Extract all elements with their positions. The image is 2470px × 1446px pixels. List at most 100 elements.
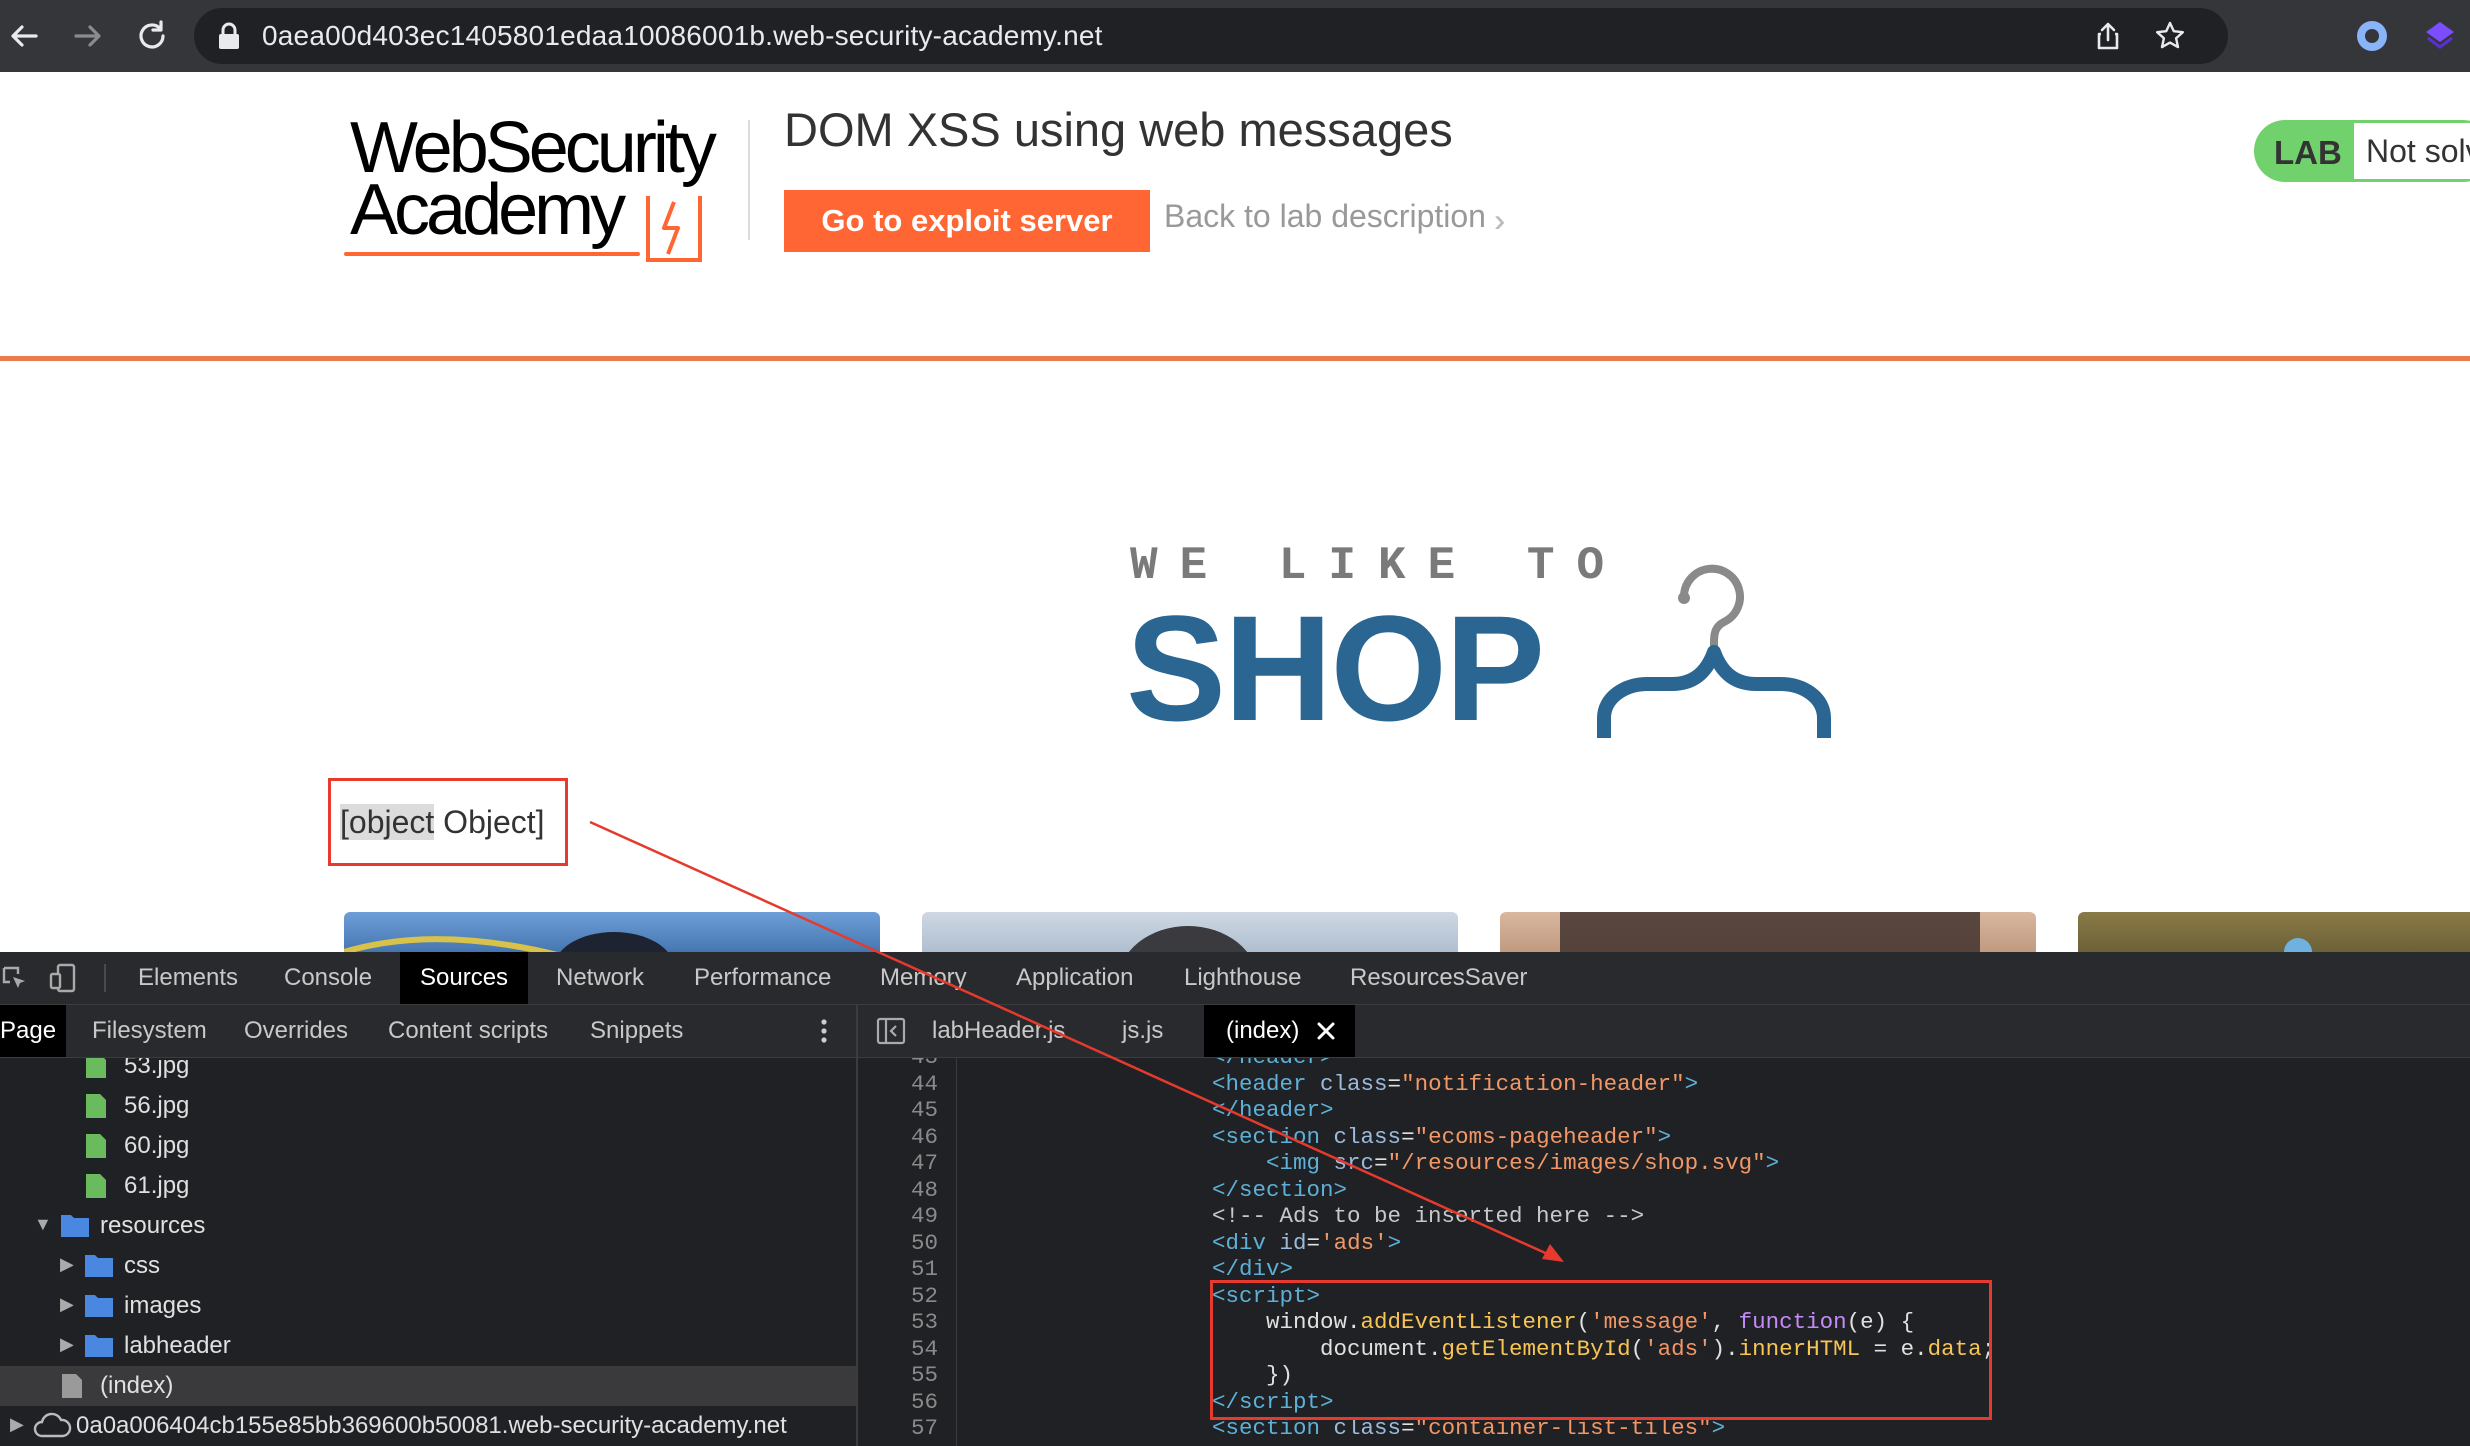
forward-arrow-icon[interactable] — [66, 14, 110, 58]
tab-console[interactable]: Console — [284, 952, 372, 1004]
tree-origin-exploit-server[interactable]: ▶ 0a0a006404cb155e85bb369600b50081.web-s… — [0, 1406, 856, 1446]
tab-memory[interactable]: Memory — [880, 952, 967, 1004]
toggle-navigator-icon[interactable] — [876, 1017, 906, 1045]
line-number: 51 — [910, 1256, 938, 1282]
tree-file-53-jpg[interactable]: 53.jpg — [0, 1058, 856, 1086]
tree-folder-css[interactable]: ▶ css — [0, 1246, 856, 1286]
line-number: 45 — [910, 1097, 938, 1123]
nav-tab-page[interactable]: Page — [0, 1005, 67, 1057]
tab-performance[interactable]: Performance — [694, 952, 831, 1004]
code-line: <div id='ads'> — [1212, 1230, 1402, 1256]
folder-icon — [85, 1295, 113, 1317]
nav-tab-overrides[interactable]: Overrides — [244, 1005, 348, 1057]
nav-tab-content-scripts[interactable]: Content scripts — [388, 1005, 548, 1057]
device-toolbar-icon[interactable] — [48, 962, 80, 994]
tree-file-index[interactable]: (index) — [0, 1366, 856, 1406]
shop-title: SHOP — [1126, 584, 1545, 752]
tree-file-56-jpg[interactable]: 56.jpg — [0, 1086, 856, 1126]
lab-title: DOM XSS using web messages — [784, 103, 1453, 156]
tab-lighthouse[interactable]: Lighthouse — [1184, 952, 1301, 1004]
product-tile-1[interactable] — [344, 912, 880, 952]
product-tile-4[interactable] — [2078, 912, 2470, 952]
lab-label: LAB — [2274, 134, 2342, 171]
url-text[interactable]: 0aea00d403ec1405801edaa10086001b.web-sec… — [262, 20, 1103, 52]
code-line: <section class="container-list-tiles"> — [1212, 1415, 1726, 1441]
tree-label: (index) — [100, 1372, 174, 1399]
tab-network[interactable]: Network — [556, 952, 644, 1004]
tab-bar-divider — [104, 964, 106, 992]
share-icon[interactable] — [2092, 20, 2124, 52]
tree-label: css — [124, 1252, 160, 1279]
academy-logo[interactable]: WebSecurity Academy — [340, 112, 760, 262]
line-number: 46 — [910, 1124, 938, 1150]
file-navigator-tree: 53.jpg 56.jpg 60.jpg 61.jpg ▼ resources … — [0, 1058, 856, 1446]
line-number: 50 — [910, 1230, 938, 1256]
logo-bolt-icon — [646, 196, 702, 262]
tree-label: images — [124, 1292, 202, 1319]
tree-file-60-jpg[interactable]: 60.jpg — [0, 1126, 856, 1166]
collapsed-triangle-icon[interactable]: ▶ — [60, 1334, 74, 1355]
logo-line-2: Academy — [350, 170, 626, 250]
code-line: </header> — [1212, 1058, 1334, 1070]
tab-sources[interactable]: Sources — [400, 952, 529, 1004]
nav-tab-snippets[interactable]: Snippets — [590, 1005, 683, 1057]
more-options-icon[interactable] — [814, 1017, 834, 1045]
line-number: 56 — [910, 1389, 938, 1415]
extension-layers-icon[interactable] — [2422, 18, 2458, 54]
line-number: 49 — [910, 1203, 938, 1229]
file-tab-labheader-js[interactable]: labHeader.js — [932, 1005, 1065, 1057]
address-bar[interactable]: 0aea00d403ec1405801edaa10086001b.web-sec… — [194, 8, 2228, 64]
tree-folder-resources[interactable]: ▼ resources — [0, 1206, 856, 1246]
tree-folder-images[interactable]: ▶ images — [0, 1286, 856, 1326]
devtools-panel: Elements Console Sources Network Perform… — [0, 952, 2470, 1446]
line-number: 53 — [910, 1309, 938, 1335]
expanded-triangle-icon[interactable]: ▼ — [34, 1214, 52, 1235]
back-arrow-icon[interactable] — [2, 14, 46, 58]
tab-application[interactable]: Application — [1016, 952, 1133, 1004]
extension-circle-icon[interactable] — [2354, 18, 2390, 54]
tree-label: 60.jpg — [124, 1132, 190, 1159]
code-line: </section> — [1212, 1177, 1348, 1203]
inspect-element-icon[interactable] — [0, 964, 28, 992]
tab-resourcessaver[interactable]: ResourcesSaver — [1350, 952, 1527, 1004]
image-file-icon — [86, 1134, 106, 1158]
close-tab-icon[interactable] — [1315, 1020, 1337, 1042]
cloud-icon — [33, 1412, 72, 1438]
browser-toolbar: 0aea00d403ec1405801edaa10086001b.web-sec… — [0, 0, 2470, 72]
double-chevron-right-icon: ›› — [1494, 202, 1508, 238]
reload-icon[interactable] — [130, 14, 174, 58]
file-tab-index[interactable]: (index) — [1204, 1005, 1356, 1057]
code-line: </header> — [1212, 1097, 1334, 1123]
back-to-lab-description-link[interactable]: Back to lab description — [1164, 198, 1486, 235]
lock-icon[interactable] — [216, 22, 242, 50]
tree-label: 56.jpg — [124, 1092, 190, 1119]
tab-elements[interactable]: Elements — [138, 952, 238, 1004]
collapsed-triangle-icon[interactable]: ▶ — [60, 1254, 74, 1275]
line-number: 52 — [910, 1283, 938, 1309]
product-tile-2[interactable] — [922, 912, 1458, 952]
collapsed-triangle-icon[interactable]: ▶ — [60, 1294, 74, 1315]
product-tile-3[interactable] — [1500, 912, 2036, 952]
go-to-exploit-server-button[interactable]: Go to exploit server — [784, 190, 1150, 252]
collapsed-triangle-icon[interactable]: ▶ — [10, 1414, 24, 1435]
navigator-tab-bar: Page Filesystem Overrides Content script… — [0, 1005, 856, 1058]
nav-tab-filesystem[interactable]: Filesystem — [92, 1005, 207, 1057]
tree-file-61-jpg[interactable]: 61.jpg — [0, 1166, 856, 1206]
tree-label: labheader — [124, 1332, 231, 1359]
tree-folder-labheader[interactable]: ▶ labheader — [0, 1326, 856, 1366]
code-line: window.addEventListener('message', funct… — [1212, 1309, 1915, 1335]
tree-label: 61.jpg — [124, 1172, 190, 1199]
tree-label: resources — [100, 1212, 206, 1239]
source-code-editor[interactable]: 43 44 45 46 47 48 49 50 51 52 53 54 55 5… — [858, 1058, 2470, 1446]
hanger-icon — [1597, 564, 1831, 738]
line-number: 57 — [910, 1415, 938, 1441]
tree-label: 0a0a006404cb155e85bb369600b50081.web-sec… — [76, 1412, 787, 1439]
document-file-icon — [62, 1374, 82, 1398]
file-tab-js-js[interactable]: js.js — [1122, 1005, 1163, 1057]
code-line: <img src="/resources/images/shop.svg"> — [1266, 1150, 1780, 1176]
line-number: 44 — [910, 1071, 938, 1097]
code-line: }) — [1212, 1362, 1294, 1388]
bookmark-star-icon[interactable] — [2154, 20, 2186, 52]
code-line: </script> — [1212, 1389, 1334, 1415]
line-number: 48 — [910, 1177, 938, 1203]
